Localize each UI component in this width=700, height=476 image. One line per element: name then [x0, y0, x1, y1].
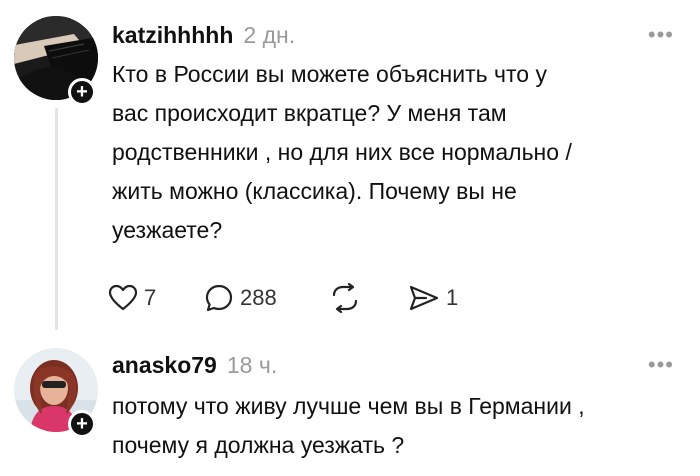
timestamp: 2 дн.	[243, 22, 296, 48]
username[interactable]: anasko79	[112, 352, 217, 379]
more-icon[interactable]: •••	[648, 22, 674, 48]
post-header: katzihhhhh 2 дн.	[112, 22, 295, 49]
post: + anasko79 18 ч. ••• потому что живу луч…	[0, 338, 700, 476]
repost-button[interactable]	[328, 278, 362, 318]
like-button[interactable]: 7	[108, 278, 156, 318]
post-text: Кто в России вы можете объяснить что у в…	[112, 61, 572, 243]
like-count: 7	[144, 285, 157, 310]
repost-icon	[332, 283, 358, 313]
follow-button[interactable]: +	[68, 78, 96, 106]
post-text: потому что живу лучше чем вы в Германии …	[112, 393, 585, 458]
timestamp: 18 ч.	[226, 352, 278, 378]
comment-icon	[205, 284, 233, 312]
reply-count: 288	[240, 285, 277, 310]
share-button[interactable]: 1	[408, 278, 458, 318]
heart-icon	[108, 284, 138, 311]
more-icon[interactable]: •••	[648, 352, 674, 378]
reply-button[interactable]: 288	[204, 278, 277, 318]
post-header: anasko79 18 ч.	[112, 352, 277, 379]
share-count: 1	[446, 285, 459, 310]
post: + katzihhhhh 2 дн. ••• Кто в России вы м…	[0, 0, 700, 338]
follow-button[interactable]: +	[68, 410, 96, 438]
username[interactable]: katzihhhhh	[112, 22, 233, 49]
send-icon	[409, 285, 439, 311]
thread-line	[55, 108, 58, 330]
